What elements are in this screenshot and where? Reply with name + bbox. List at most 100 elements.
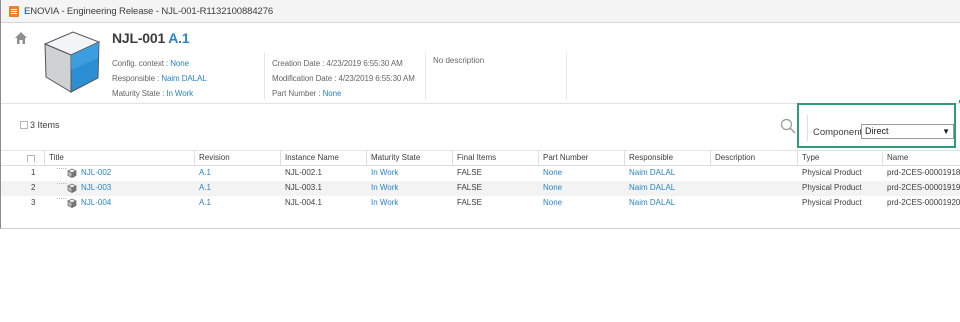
components-selected-value: Direct	[865, 126, 889, 136]
physical-product-icon	[67, 168, 77, 178]
responsible-value[interactable]: Naim DALAL	[161, 74, 206, 83]
components-filter-highlight: Components Direct ▼	[797, 103, 956, 148]
header-checkbox[interactable]	[27, 155, 35, 162]
items-count-label: 3 Items	[30, 120, 60, 130]
column-header-description[interactable]: Description	[715, 151, 755, 165]
row-responsible[interactable]: Naim DALAL	[629, 181, 675, 196]
window-title: ENOVIA - Engineering Release - NJL-001-R…	[24, 5, 274, 17]
column-separator	[194, 151, 195, 165]
modification-date: Modification Date : 4/23/2019 6:55:30 AM	[272, 74, 415, 83]
config-context-value[interactable]: None	[170, 59, 189, 68]
maturity-value[interactable]: In Work	[166, 89, 193, 98]
header-separator	[566, 53, 567, 99]
part-number-label: Part Number :	[272, 89, 321, 98]
table-row[interactable]: 3 NJL-004 A.1 NJL-004.1 In Work FALSE No…	[1, 196, 960, 211]
object-description: No description	[433, 56, 485, 65]
column-header-part-number[interactable]: Part Number	[543, 151, 588, 165]
maturity-label: Maturity State :	[112, 89, 165, 98]
row-instance-name: NJL-003.1	[285, 183, 322, 192]
object-title: NJL-001 A.1	[112, 30, 190, 46]
items-count: 3 Items	[20, 120, 60, 130]
column-header-name[interactable]: Name	[887, 151, 908, 165]
row-final-items: FALSE	[457, 168, 482, 177]
row-revision[interactable]: A.1	[199, 196, 211, 211]
object-name: NJL-001	[112, 30, 166, 46]
column-header-instance-name[interactable]: Instance Name	[285, 151, 339, 165]
row-type: Physical Product	[802, 198, 862, 207]
row-maturity-state[interactable]: In Work	[371, 196, 398, 211]
row-name: prd-2CES-00001920	[887, 198, 960, 207]
enovia-app-icon	[9, 5, 19, 17]
header-separator	[264, 53, 265, 99]
table-row[interactable]: 2 NJL-003 A.1 NJL-003.1 In Work FALSE No…	[1, 181, 960, 196]
column-separator	[44, 151, 45, 165]
object-attributes-left: Config. context : None Responsible : Nai…	[112, 56, 207, 101]
column-separator	[710, 151, 711, 165]
tree-connector	[57, 168, 66, 170]
row-type: Physical Product	[802, 168, 862, 177]
header-checkbox-cell	[27, 154, 35, 162]
tree-connector	[57, 198, 66, 200]
physical-product-icon	[67, 183, 77, 193]
search-icon[interactable]	[780, 118, 796, 134]
row-title-link[interactable]: NJL-002	[81, 166, 111, 181]
table-row[interactable]: 1 NJL-002 A.1 NJL-002.1 In Work FALSE No…	[1, 166, 960, 181]
row-title-link[interactable]: NJL-003	[81, 181, 111, 196]
object-header: NJL-001 A.1 Config. context : None Respo…	[1, 23, 960, 104]
row-instance-name: NJL-004.1	[285, 198, 322, 207]
product-cube-thumbnail	[43, 31, 101, 93]
table-header-row: Title Revision Instance Name Maturity St…	[1, 150, 960, 166]
row-revision[interactable]: A.1	[199, 181, 211, 196]
config-context-label: Config. context :	[112, 59, 169, 68]
row-final-items: FALSE	[457, 198, 482, 207]
column-header-final-items[interactable]: Final Items	[457, 151, 496, 165]
column-header-type[interactable]: Type	[802, 151, 819, 165]
column-header-revision[interactable]: Revision	[199, 151, 230, 165]
structure-table: Title Revision Instance Name Maturity St…	[1, 150, 960, 211]
responsible-label: Responsible :	[112, 74, 160, 83]
row-part-number[interactable]: None	[543, 181, 562, 196]
row-title-link[interactable]: NJL-004	[81, 196, 111, 211]
components-select[interactable]: Direct ▼	[861, 124, 954, 139]
object-attributes-middle: Creation Date : 4/23/2019 6:55:30 AM Mod…	[272, 56, 415, 101]
row-part-number[interactable]: None	[543, 196, 562, 211]
column-separator	[538, 151, 539, 165]
select-all-checkbox[interactable]	[20, 121, 28, 129]
row-revision[interactable]: A.1	[199, 166, 211, 181]
components-separator	[807, 115, 808, 141]
column-separator	[366, 151, 367, 165]
physical-product-icon	[67, 198, 77, 208]
column-header-responsible[interactable]: Responsible	[629, 151, 673, 165]
row-name: prd-2CES-00001918	[887, 168, 960, 177]
row-instance-name: NJL-002.1	[285, 168, 322, 177]
tree-connector	[57, 183, 66, 185]
chevron-down-icon: ▼	[942, 127, 950, 136]
creation-date: Creation Date : 4/23/2019 6:55:30 AM	[272, 59, 403, 68]
column-separator	[280, 151, 281, 165]
header-separator	[425, 53, 426, 99]
row-number: 3	[31, 198, 36, 207]
row-part-number[interactable]: None	[543, 166, 562, 181]
column-separator	[624, 151, 625, 165]
row-maturity-state[interactable]: In Work	[371, 181, 398, 196]
row-responsible[interactable]: Naim DALAL	[629, 166, 675, 181]
object-revision[interactable]: A.1	[168, 30, 189, 46]
engineering-release-window: ENOVIA - Engineering Release - NJL-001-R…	[0, 0, 960, 229]
row-name: prd-2CES-00001919	[887, 183, 960, 192]
column-separator	[797, 151, 798, 165]
row-maturity-state[interactable]: In Work	[371, 166, 398, 181]
column-separator	[882, 151, 883, 165]
column-header-title[interactable]: Title	[49, 151, 64, 165]
row-final-items: FALSE	[457, 183, 482, 192]
row-number: 2	[31, 183, 36, 192]
structure-toolbar: 3 Items Components Direct ▼	[1, 103, 960, 148]
components-label: Components	[813, 127, 867, 138]
row-number: 1	[31, 168, 36, 177]
part-number-value[interactable]: None	[323, 89, 342, 98]
column-header-maturity-state[interactable]: Maturity State	[371, 151, 420, 165]
row-responsible[interactable]: Naim DALAL	[629, 196, 675, 211]
home-icon[interactable]	[14, 31, 28, 45]
row-type: Physical Product	[802, 183, 862, 192]
column-separator	[452, 151, 453, 165]
title-bar: ENOVIA - Engineering Release - NJL-001-R…	[1, 0, 960, 23]
